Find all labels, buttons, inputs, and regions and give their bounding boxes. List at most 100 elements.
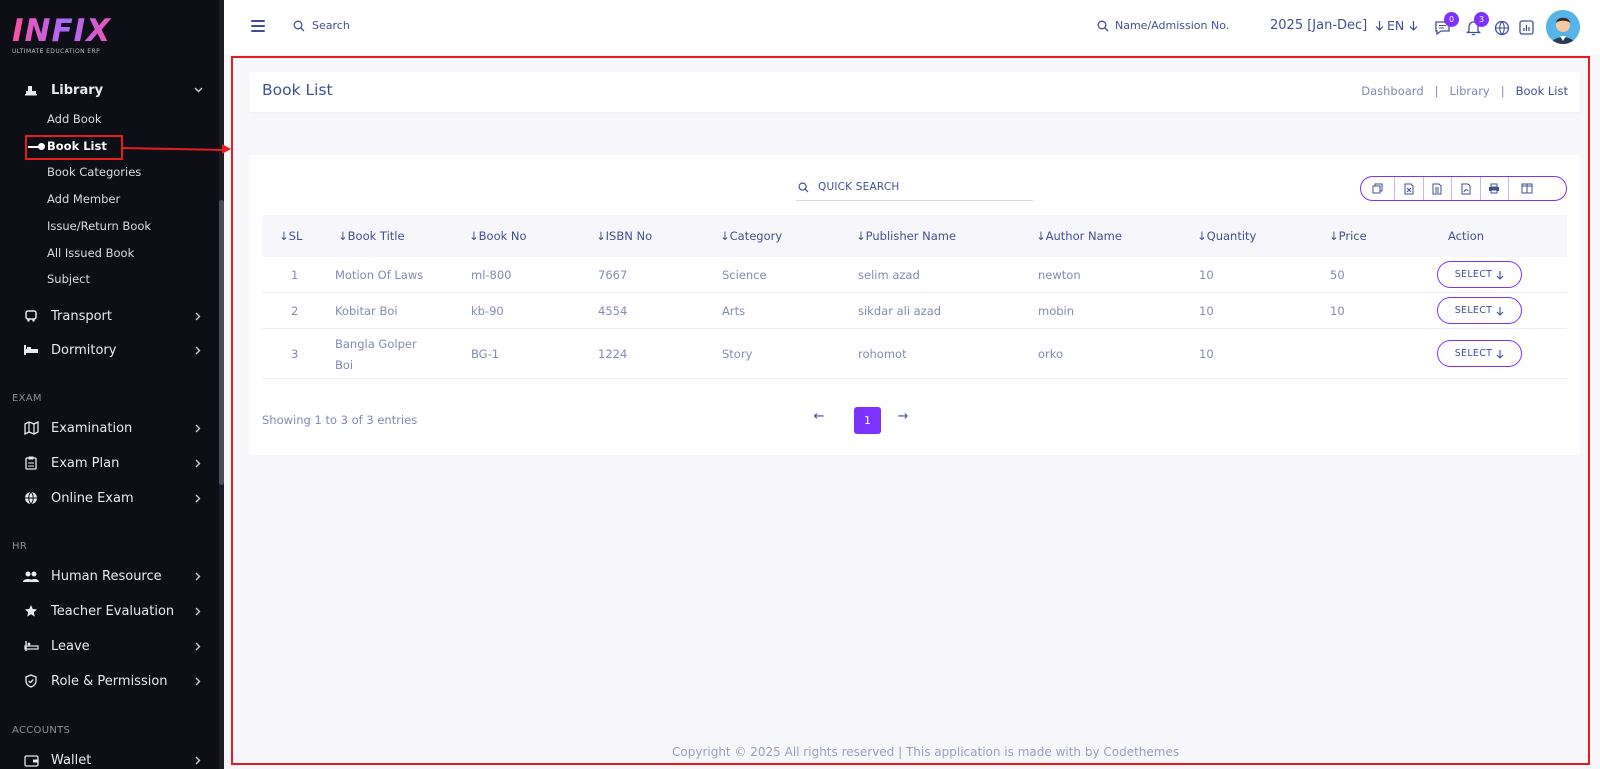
sidebar-scrollbar[interactable] — [219, 0, 224, 769]
messages-button[interactable]: 0 — [1433, 12, 1459, 37]
cell-book-title: Motion Of Laws — [335, 268, 424, 282]
sidebar-item-transport[interactable]: Transport — [0, 301, 219, 331]
sidebar-subitem-label: Subject — [47, 272, 90, 286]
sidebar-item-role-permission[interactable]: Role & Permission — [0, 666, 219, 696]
sort-icon: ↓ — [596, 229, 606, 243]
sidebar-item-leave[interactable]: Leave — [0, 631, 219, 661]
search-icon — [293, 20, 305, 31]
pdf-button[interactable] — [1452, 177, 1481, 200]
globe-icon — [1494, 20, 1509, 35]
csv-button[interactable] — [1424, 177, 1452, 200]
sidebar-item-teacher-evaluation[interactable]: Teacher Evaluation — [0, 596, 219, 626]
bed-icon — [22, 341, 40, 359]
cell-author-name: mobin — [1038, 304, 1075, 318]
breadcrumb-library[interactable]: Library — [1450, 84, 1490, 98]
sidebar-item-label: Wallet — [51, 752, 92, 768]
chevron-right-icon — [193, 345, 203, 355]
sidebar-subitem-book-categories[interactable]: Book Categories — [47, 162, 141, 182]
sidebar-item-label: Library — [51, 82, 104, 98]
column-label: Book Title — [347, 229, 405, 243]
select-action-button[interactable]: SELECT — [1437, 340, 1522, 367]
pagination-prev-arrow-icon[interactable]: ← — [812, 409, 826, 424]
select-action-button[interactable]: SELECT — [1437, 297, 1522, 324]
print-button[interactable] — [1481, 177, 1509, 200]
column-label: SL — [288, 229, 303, 243]
column-header-book-no[interactable]: ↓Book No — [469, 229, 527, 243]
column-label: Author Name — [1045, 229, 1122, 243]
sort-icon: ↓ — [1036, 229, 1046, 243]
sidebar-item-examination[interactable]: Examination — [0, 413, 219, 443]
pdf-icon — [1461, 183, 1471, 194]
hamburger-menu-icon[interactable] — [251, 20, 265, 32]
copy-button[interactable] — [1361, 177, 1395, 200]
column-header-book-title[interactable]: ↓Book Title — [338, 229, 405, 243]
name-search-label: Name/Admission No. — [1115, 19, 1230, 32]
sort-icon: ↓ — [1197, 229, 1207, 243]
leave-icon — [22, 637, 40, 655]
global-search[interactable]: Search — [293, 19, 350, 32]
chevron-right-icon — [193, 458, 203, 468]
csv-icon — [1432, 183, 1442, 194]
sidebar-item-human-resource[interactable]: Human Resource — [0, 561, 219, 591]
pagination-next-arrow-icon[interactable]: → — [896, 409, 910, 424]
column-label: Book No — [478, 229, 527, 243]
sidebar-subitem-issue-return-book[interactable]: Issue/Return Book — [47, 216, 151, 236]
sidebar-subitem-all-issued-book[interactable]: All Issued Book — [47, 243, 134, 263]
column-header-sl[interactable]: ↓SL — [279, 229, 302, 243]
column-header-publisher-name[interactable]: ↓Publisher Name — [856, 229, 956, 243]
name-admission-search[interactable]: Name/Admission No. — [1097, 19, 1229, 32]
brand-name: INFIX — [12, 14, 122, 48]
wallet-icon — [22, 751, 40, 769]
excel-button[interactable] — [1395, 177, 1424, 200]
footer-copyright: Copyright © 2025 All rights reserved | T… — [672, 745, 1180, 759]
sidebar-item-dormitory[interactable]: Dormitory — [0, 335, 219, 365]
notifications-button[interactable]: 3 — [1464, 12, 1489, 37]
sidebar-item-label: Examination — [51, 420, 133, 436]
cell-author-name: newton — [1038, 268, 1081, 282]
user-avatar[interactable] — [1546, 10, 1580, 44]
sidebar-subitem-add-member[interactable]: Add Member — [47, 189, 120, 209]
sidebar-subitem-subject[interactable]: Subject — [47, 269, 90, 289]
highlight-box — [25, 135, 123, 160]
table-row: 1 Motion Of Laws ml-800 7667 Science sel… — [262, 257, 1567, 293]
sidebar-subitem-label: Book Categories — [47, 165, 142, 179]
column-header-quantity[interactable]: ↓Quantity — [1197, 229, 1256, 243]
brand-logo[interactable]: INFIX ULTIMATE EDUCATION ERP — [12, 14, 122, 60]
sort-icon: ↓ — [279, 229, 289, 243]
select-action-button[interactable]: SELECT — [1437, 261, 1522, 288]
breadcrumb-book-list[interactable]: Book List — [1516, 84, 1568, 98]
columns-button[interactable] — [1509, 177, 1545, 200]
sidebar-item-wallet[interactable]: Wallet — [0, 745, 219, 769]
breadcrumb-dashboard[interactable]: Dashboard — [1361, 84, 1423, 98]
reports-button[interactable] — [1517, 18, 1536, 37]
excel-icon — [1404, 183, 1414, 194]
cell-publisher-name: rohomot — [858, 347, 907, 361]
arrow-down-icon — [1496, 349, 1504, 359]
search-label: Search — [312, 19, 350, 32]
language-select[interactable]: EN — [1387, 18, 1418, 33]
chevron-right-icon — [193, 755, 203, 765]
sidebar-item-label: Leave — [51, 638, 90, 654]
sidebar-item-online-exam[interactable]: Online Exam — [0, 483, 219, 513]
column-header-isbn-no[interactable]: ↓ISBN No — [596, 229, 652, 243]
column-header-author-name[interactable]: ↓Author Name — [1036, 229, 1122, 243]
sidebar-subitem-add-book[interactable]: Add Book — [47, 109, 102, 129]
sidebar-item-library[interactable]: Library — [0, 75, 219, 105]
cell-book-title: Kobitar Boi — [335, 304, 398, 318]
column-header-price[interactable]: ↓Price — [1329, 229, 1367, 243]
column-header-category[interactable]: ↓Category — [720, 229, 782, 243]
entries-info: Showing 1 to 3 of 3 entries — [262, 413, 418, 427]
cell-book-no: ml-800 — [471, 268, 512, 282]
page-header-card: Book List Dashboard | Library | Book Lis… — [249, 72, 1580, 112]
quick-search-input[interactable]: QUICK SEARCH — [796, 174, 1033, 201]
sidebar-item-exam-plan[interactable]: Exam Plan — [0, 448, 219, 478]
pagination-page-button[interactable]: 1 — [854, 407, 881, 434]
section-label-exam: EXAM — [12, 393, 42, 404]
globe-icon — [22, 489, 40, 507]
cell-isbn-no: 1224 — [598, 347, 628, 361]
notifications-badge: 3 — [1474, 12, 1489, 27]
scrollbar-thumb[interactable] — [219, 200, 224, 485]
chevron-right-icon — [193, 676, 203, 686]
website-button[interactable] — [1492, 18, 1511, 37]
session-select[interactable]: 2025 [Jan-Dec] — [1270, 18, 1384, 33]
